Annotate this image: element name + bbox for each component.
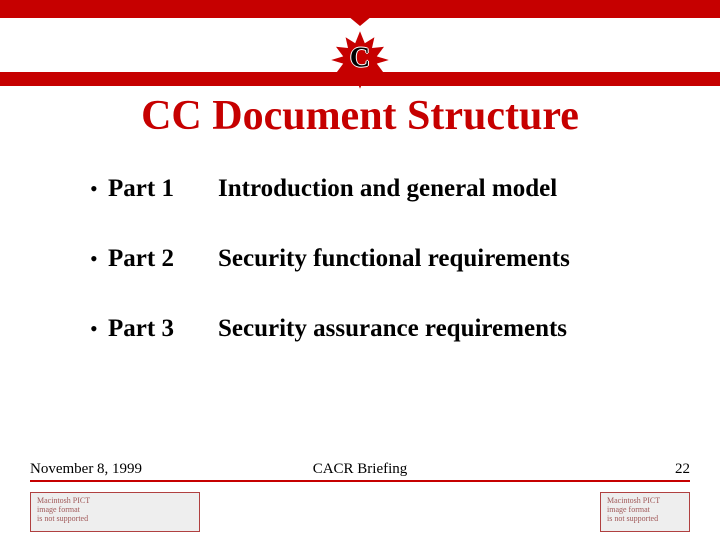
list-item: • Part 3 Security assurance requirements <box>90 315 660 343</box>
list-item: • Part 2 Security functional requirement… <box>90 245 660 273</box>
bullet-icon: • <box>90 315 108 343</box>
part-label: Part 2 <box>108 245 218 273</box>
logo-letter: C <box>350 42 370 74</box>
part-description: Security assurance requirements <box>218 315 660 343</box>
slide-footer: November 8, 1999 CACR Briefing 22 <box>30 461 690 478</box>
list-item: • Part 1 Introduction and general model <box>90 175 660 203</box>
image-placeholder-right: Macintosh PICT image format is not suppo… <box>600 492 690 532</box>
slide: C CC Document Structure • Part 1 Introdu… <box>0 0 720 540</box>
header-notch-icon <box>348 16 372 26</box>
footer-date: November 8, 1999 <box>30 461 142 478</box>
footer-divider <box>30 480 690 482</box>
part-label: Part 3 <box>108 315 218 343</box>
footer-page: 22 <box>675 461 690 478</box>
part-label: Part 1 <box>108 175 218 203</box>
image-placeholder-left: Macintosh PICT image format is not suppo… <box>30 492 200 532</box>
maple-leaf-logo: C <box>330 30 390 90</box>
part-description: Introduction and general model <box>218 175 660 203</box>
slide-body: • Part 1 Introduction and general model … <box>90 175 660 385</box>
part-description: Security functional requirements <box>218 245 660 273</box>
slide-title: CC Document Structure <box>0 92 720 140</box>
bullet-icon: • <box>90 175 108 203</box>
bullet-icon: • <box>90 245 108 273</box>
footer-center: CACR Briefing <box>313 461 408 478</box>
